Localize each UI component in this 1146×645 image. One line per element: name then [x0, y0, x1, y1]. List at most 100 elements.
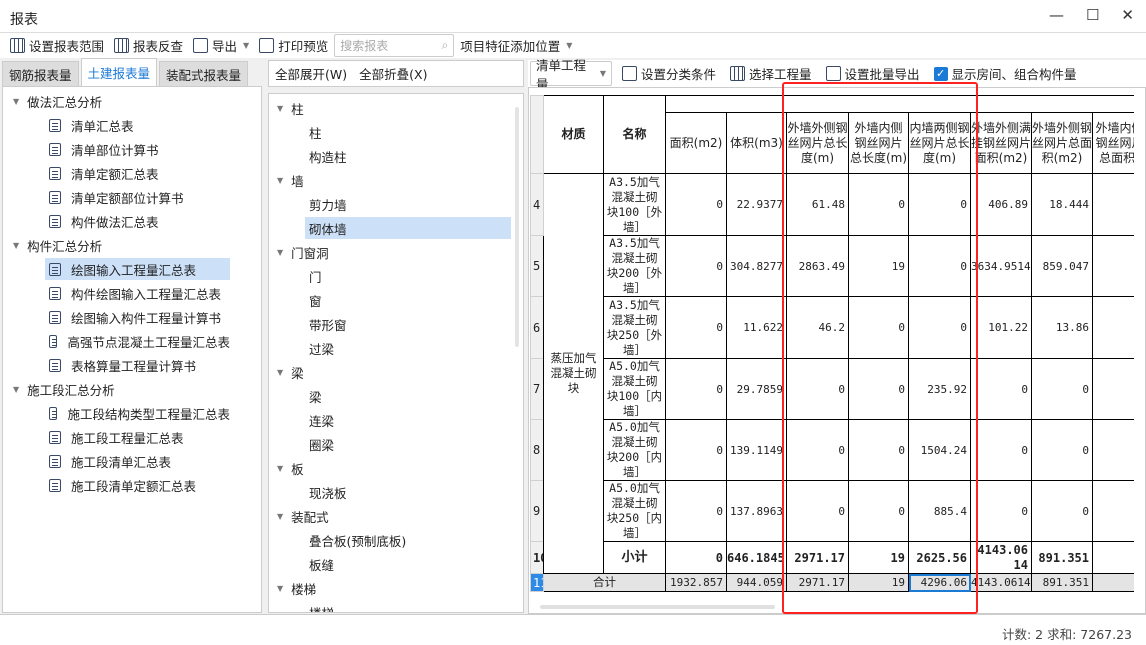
tree-item[interactable]: 清单定额部位计算书	[45, 186, 230, 208]
value-cell[interactable]	[1092, 358, 1134, 420]
name-cell[interactable]: A3.5加气混凝土砌块100［外墙］	[603, 173, 666, 236]
tree-group[interactable]: ▼ 构件汇总分析	[13, 234, 102, 256]
triangle-down-icon[interactable]: ▼	[277, 104, 283, 113]
triangle-down-icon[interactable]: ▼	[13, 97, 19, 106]
value-cell[interactable]: 13.86	[1031, 296, 1093, 359]
tree-item[interactable]: 板缝	[305, 553, 511, 575]
value-cell[interactable]: 0	[665, 419, 727, 481]
total-cell[interactable]: 1932.857	[665, 573, 727, 592]
name-cell[interactable]: A3.5加气混凝土砌块200［外墙］	[603, 235, 666, 297]
tree-item[interactable]: 叠合板(预制底板)	[305, 529, 511, 551]
tree-item[interactable]: 清单定额汇总表	[45, 162, 230, 184]
triangle-down-icon[interactable]: ▼	[277, 368, 283, 377]
value-cell[interactable]: 0	[786, 358, 849, 420]
value-cell[interactable]	[1092, 419, 1134, 481]
tree-item[interactable]: 带形窗	[305, 313, 511, 335]
expand-all-button[interactable]: 全部展开(W)	[275, 64, 347, 83]
name-cell[interactable]: A5.0加气混凝土砌块200［内墙］	[603, 419, 666, 481]
value-cell[interactable]: 304.8277	[726, 235, 787, 297]
value-cell[interactable]: 11.622	[726, 296, 787, 359]
value-cell[interactable]: 0	[665, 358, 727, 420]
total-cell[interactable]: 4143.0614	[970, 573, 1032, 592]
subtotal-cell[interactable]: 646.1845	[726, 541, 787, 574]
table-row[interactable]: 7 A5.0加气混凝土砌块100［内墙］ 0 29.7859 0 0 235.92 0 0	[530, 358, 1134, 420]
value-cell[interactable]: 0	[786, 480, 849, 542]
material-cell[interactable]: 蒸压加气混凝土砌块	[543, 173, 604, 574]
value-cell[interactable]: 0	[665, 235, 727, 297]
triangle-down-icon[interactable]: ▼	[13, 241, 19, 250]
quantity-type-dropdown[interactable]: 清单工程量 ▼	[530, 58, 612, 92]
feature-position-dropdown[interactable]: 项目特征添加位置 ▼	[456, 35, 576, 57]
value-cell[interactable]: 0	[1031, 419, 1093, 481]
tree-group[interactable]: ▼ 楼梯	[277, 577, 316, 599]
value-cell[interactable]: 61.48	[786, 173, 849, 236]
value-cell[interactable]: 22.9377	[726, 173, 787, 236]
value-cell[interactable]: 19	[848, 235, 909, 297]
tab-civil-report[interactable]: 土建报表量	[80, 58, 158, 86]
tree-item[interactable]: 过梁	[305, 337, 511, 359]
tree-item[interactable]: 构件绘图输入工程量汇总表	[45, 282, 230, 304]
tree-item[interactable]: 绘图输入构件工程量计算书	[45, 306, 230, 328]
subtotal-cell[interactable]: 19	[848, 541, 909, 574]
print-preview-button[interactable]: 打印预览	[255, 35, 332, 57]
search-report-input[interactable]: 搜索报表 ⌕	[334, 34, 455, 57]
name-cell[interactable]: A3.5加气混凝土砌块250［外墙］	[603, 296, 666, 359]
tree-item[interactable]: 施工段清单汇总表	[45, 450, 230, 472]
value-cell[interactable]: 0	[970, 419, 1032, 481]
value-cell[interactable]: 0	[848, 358, 909, 420]
tree-group[interactable]: ▼ 柱	[277, 97, 304, 119]
value-cell[interactable]: 859.047	[1031, 235, 1093, 297]
total-cell[interactable]: 5	[1092, 573, 1134, 592]
tree-item[interactable]: 圈梁	[305, 433, 511, 455]
tree-item[interactable]: 施工段工程量汇总表	[45, 426, 230, 448]
total-cell[interactable]: 891.351	[1031, 573, 1093, 592]
tree-item[interactable]: 现浇板	[305, 481, 511, 503]
subtotal-cell[interactable]: 0	[665, 541, 727, 574]
tree-group[interactable]: ▼ 施工段汇总分析	[13, 378, 115, 400]
subtotal-cell[interactable]: 891.351	[1031, 541, 1093, 574]
set-category-button[interactable]: 设置分类条件	[618, 63, 720, 85]
triangle-down-icon[interactable]: ▼	[277, 464, 283, 473]
value-cell[interactable]: 235.92	[908, 358, 971, 420]
value-cell[interactable]: 18.444	[1031, 173, 1093, 236]
tree-group[interactable]: ▼ 板	[277, 457, 304, 479]
tree-group[interactable]: ▼ 墙	[277, 169, 304, 191]
value-cell[interactable]: 137.8963	[726, 480, 787, 542]
tree-item[interactable]: 施工段结构类型工程量汇总表	[45, 402, 230, 424]
tree-item[interactable]: 绘图输入工程量汇总表	[45, 258, 230, 280]
value-cell[interactable]: 0	[848, 419, 909, 481]
value-cell[interactable]	[1092, 296, 1134, 359]
maximize-icon[interactable]: ☐	[1086, 6, 1099, 24]
subtotal-cell[interactable]: 2971.17	[786, 541, 849, 574]
triangle-down-icon[interactable]: ▼	[277, 512, 283, 521]
total-row[interactable]: 11合计1932.857944.0592971.17194296.064143.…	[530, 573, 1134, 592]
value-cell[interactable]: 2863.49	[786, 235, 849, 297]
set-report-range-button[interactable]: 设置报表范围	[6, 35, 108, 57]
total-cell[interactable]: 2971.17	[786, 573, 849, 592]
tree-item[interactable]: 楼梯	[305, 601, 511, 613]
tree-item[interactable]: 砌体墙	[305, 217, 511, 239]
value-cell[interactable]: 0	[908, 173, 971, 236]
value-cell[interactable]: 0	[970, 480, 1032, 542]
batch-export-button[interactable]: 设置批量导出	[822, 63, 924, 85]
table-row[interactable]: 9 A5.0加气混凝土砌块250［内墙］ 0 137.8963 0 0 885.4 0 0	[530, 480, 1134, 542]
table-row[interactable]: 4 蒸压加气混凝土砌块 A3.5加气混凝土砌块100［外墙］ 0 22.9377 61.4…	[530, 173, 1134, 574]
tree-item[interactable]: 表格算量工程量计算书	[45, 354, 230, 376]
value-cell[interactable]	[1092, 173, 1134, 236]
triangle-down-icon[interactable]: ▼	[277, 176, 283, 185]
table-row[interactable]: 6 A3.5加气混凝土砌块250［外墙］ 0 11.622 46.2 0 0 101.22 13…	[530, 296, 1134, 359]
tab-rebar-report[interactable]: 钢筋报表量	[2, 61, 79, 86]
value-cell[interactable]: 0	[970, 358, 1032, 420]
value-cell[interactable]: 0	[1031, 358, 1093, 420]
name-cell[interactable]: A5.0加气混凝土砌块250［内墙］	[603, 480, 666, 542]
value-cell[interactable]: 885.4	[908, 480, 971, 542]
show-rooms-checkbox[interactable]: ✓ 显示房间、组合构件量	[930, 63, 1081, 85]
total-cell[interactable]: 19	[848, 573, 909, 592]
tree-item[interactable]: 剪力墙	[305, 193, 511, 215]
name-cell[interactable]: A5.0加气混凝土砌块100［内墙］	[603, 358, 666, 420]
subtotal-row[interactable]: 10 小计0646.18452971.17192625.564143.061489…	[530, 541, 1134, 574]
triangle-down-icon[interactable]: ▼	[277, 248, 283, 257]
value-cell[interactable]: 0	[665, 173, 727, 236]
vertical-scrollbar[interactable]	[515, 107, 519, 347]
tree-item[interactable]: 施工段清单定额汇总表	[45, 474, 230, 496]
